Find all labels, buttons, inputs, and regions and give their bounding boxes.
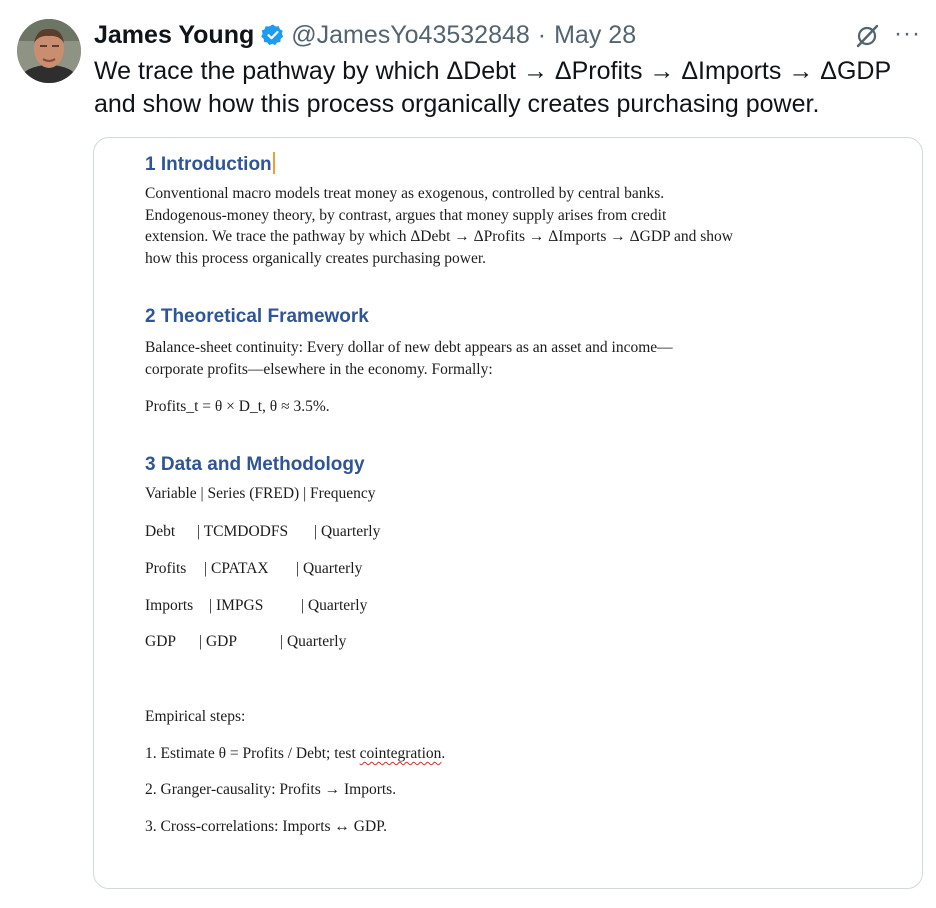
table-cell-series: | GDP [199,633,237,650]
table-cell-variable: Debt [145,523,176,540]
table-header: Variable | Series (FRED) | Frequency [145,485,376,502]
paragraph-line: Conventional macro models treat money as… [145,185,665,202]
steps-title: Empirical steps: [145,708,246,725]
author-name[interactable]: James Young [94,21,254,50]
introduction-paragraph: Conventional macro models treat money as… [145,183,733,269]
text-cursor [272,152,275,174]
step-1: 1. Estimate θ = Profits / Debt; test coi… [145,745,445,763]
tweet-text-line-1: We trace the pathway by which ΔDebt → ΔP… [94,57,892,85]
grok-icon[interactable] [853,22,881,50]
more-icon[interactable]: ··· [894,20,921,48]
table-cell-series: | IMPGS [209,597,264,614]
table-cell-frequency: | Quarterly [296,560,363,577]
table-cell-variable: Imports [145,597,194,614]
table-cell-variable: GDP [145,633,177,650]
tweet-text: We trace the pathway by which ΔDebt → ΔP… [94,55,914,121]
paragraph-line: Balance-sheet continuity: Every dollar o… [145,339,673,356]
author-handle[interactable]: @JamesYo43532848 [291,21,530,50]
tweet-header: James Young @JamesYo43532848 · May 28 [94,18,636,52]
framework-paragraph: Balance-sheet continuity: Every dollar o… [145,337,673,380]
avatar-image [17,19,81,83]
tweet-text-line-2: and show how this process organically cr… [94,90,820,118]
verified-badge-icon[interactable] [261,23,285,47]
paragraph-line: extension. We trace the pathway by which… [145,228,733,245]
step-1-suffix: . [441,745,446,762]
avatar[interactable] [17,19,81,83]
table-cell-series: | TCMDODFS [197,523,289,540]
formula: Profits_t = θ × D_t, θ ≈ 3.5%. [145,398,330,415]
table-row: Profits | CPATAX | Quarterly [145,560,362,578]
table-row: GDP | GDP | Quarterly [145,633,346,651]
paragraph-line: how this process organically creates pur… [145,249,487,267]
spellcheck-flagged-word: cointegration [359,745,442,762]
section-heading-introduction: 1 Introduction [145,152,275,176]
step-2: 2. Granger-causality: Profits → Imports. [145,781,397,798]
separator-dot: · [537,20,547,49]
table-cell-frequency: | Quarterly [280,633,347,650]
table-cell-series: | CPATAX [204,560,269,577]
step-3: 3. Cross-correlations: Imports ↔ GDP. [145,818,387,835]
section-heading-framework: 2 Theoretical Framework [145,306,369,327]
attached-image-card[interactable]: 1 Introduction Conventional macro models… [93,137,923,889]
table-row: Debt | TCMDODFS | Quarterly [145,523,380,541]
tweet-date[interactable]: May 28 [554,21,636,50]
paragraph-line: Endogenous-money theory, by contrast, ar… [145,206,667,224]
table-cell-variable: Profits [145,560,187,577]
table-cell-frequency: | Quarterly [301,597,368,614]
table-cell-frequency: | Quarterly [314,523,381,540]
paragraph-line: corporate profits—elsewhere in the econo… [145,360,493,378]
section-heading-data-methodology: 3 Data and Methodology [145,454,365,475]
step-1-text: 1. Estimate θ = Profits / Debt; test [145,745,360,762]
table-row: Imports | IMPGS | Quarterly [145,597,367,615]
